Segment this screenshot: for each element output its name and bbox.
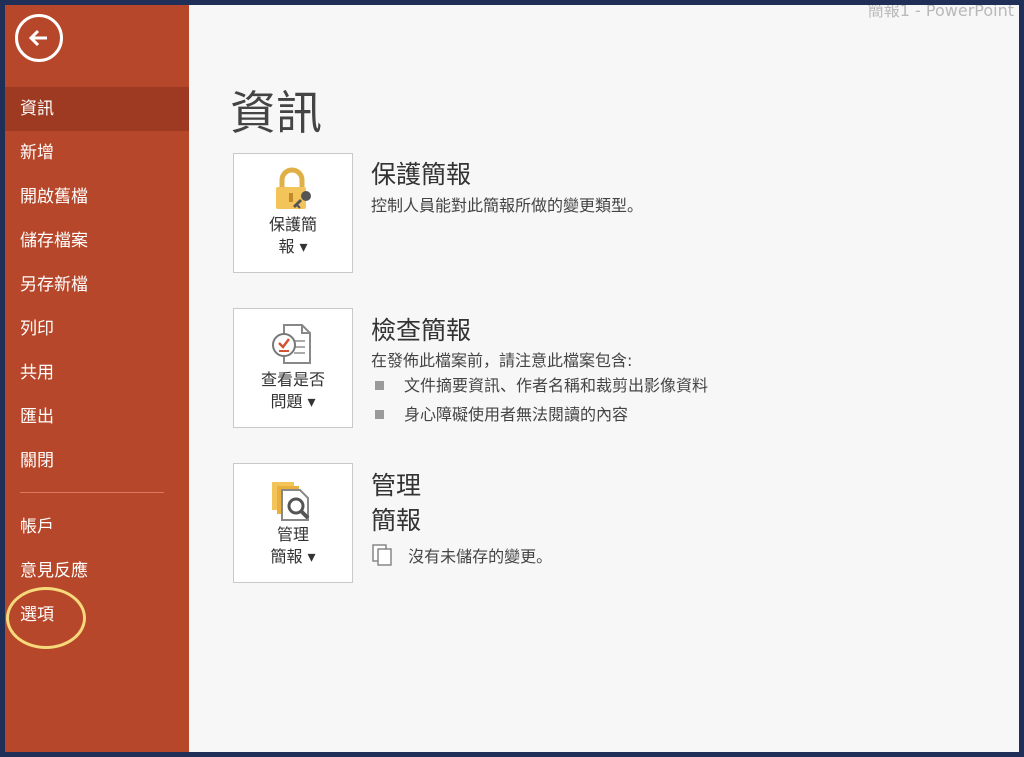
sidebar-item-print[interactable]: 列印	[5, 307, 189, 351]
sidebar-item-new[interactable]: 新增	[5, 131, 189, 175]
back-button[interactable]	[15, 14, 63, 62]
inspect-description: 在發佈此檔案前，請注意此檔案包含:	[371, 351, 633, 370]
manage-button-label: 管理 簡報 ▾	[270, 525, 316, 566]
inspect-document-icon	[272, 324, 311, 364]
back-arrow-icon	[28, 29, 47, 47]
sidebar-item-open[interactable]: 開啟舊檔	[5, 175, 189, 219]
sidebar-item-close[interactable]: 關閉	[5, 439, 189, 483]
sidebar-item-account[interactable]: 帳戶	[5, 505, 189, 549]
backstage-sidebar: 資訊 新增 開啟舊檔 儲存檔案 另存新檔 列印 共用 匯出 關閉 帳戶 意見反應…	[5, 5, 189, 752]
sidebar-divider	[20, 492, 164, 493]
backstage-window: 簡報1 - PowerPoint 資訊 新增 開啟舊檔 儲存檔案 另存新檔 列印…	[5, 5, 1019, 752]
sidebar-item-feedback[interactable]: 意見反應	[5, 549, 189, 593]
manage-presentation-button[interactable]: 管理 簡報 ▾	[233, 463, 353, 583]
manage-status-text: 沒有未儲存的變更。	[408, 547, 553, 566]
check-for-issues-button[interactable]: 查看是否 問題 ▾	[233, 308, 353, 428]
manage-heading-line1: 管理	[371, 471, 422, 500]
manage-documents-icon	[272, 482, 310, 521]
protect-presentation-button[interactable]: 保護簡 報 ▾	[233, 153, 353, 273]
page-title: 資訊	[230, 86, 322, 140]
lock-key-icon	[276, 167, 311, 209]
sidebar-item-save[interactable]: 儲存檔案	[5, 219, 189, 263]
options-highlight-circle	[6, 587, 86, 649]
window-title: 簡報1 - PowerPoint	[867, 5, 1014, 20]
protect-button-label: 保護簡 報 ▾	[268, 215, 317, 256]
documents-icon	[372, 544, 392, 566]
bullet-square-icon	[375, 381, 384, 390]
inspect-bullet-item: 文件摘要資訊、作者名稱和裁剪出影像資料	[375, 372, 708, 396]
protect-heading: 保護簡報	[371, 160, 472, 189]
inspect-heading: 檢查簡報	[371, 316, 472, 345]
inspect-bullet-item: 身心障礙使用者無法閱讀的內容	[375, 401, 628, 425]
sidebar-item-export[interactable]: 匯出	[5, 395, 189, 439]
manage-heading-line2: 簡報	[371, 506, 422, 535]
sidebar-item-info[interactable]: 資訊	[5, 87, 189, 131]
protect-description: 控制人員能對此簡報所做的變更類型。	[371, 196, 644, 215]
manage-status-row: 沒有未儲存的變更。	[371, 543, 552, 567]
sidebar-item-share[interactable]: 共用	[5, 351, 189, 395]
inspect-button-label: 查看是否 問題 ▾	[260, 370, 325, 411]
sidebar-item-save-as[interactable]: 另存新檔	[5, 263, 189, 307]
bullet-square-icon	[375, 410, 384, 419]
